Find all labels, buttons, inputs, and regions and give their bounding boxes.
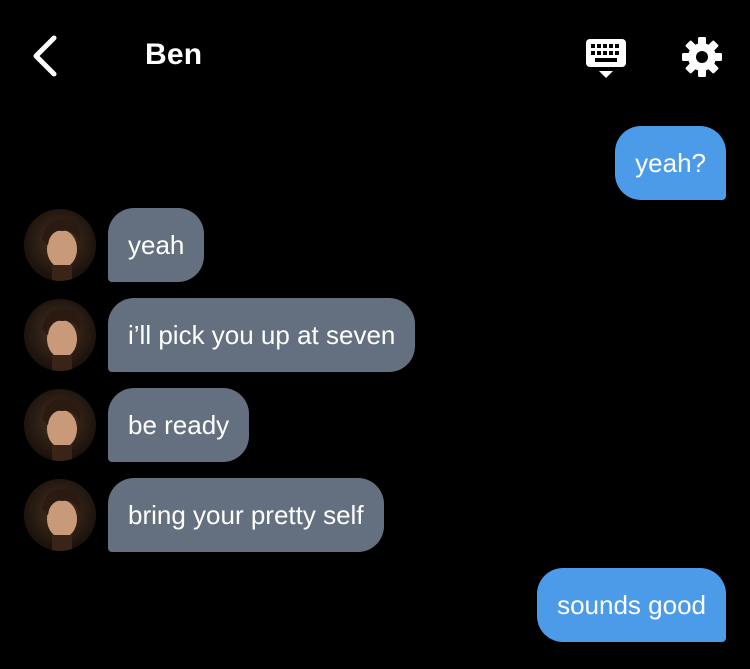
contact-photo	[24, 479, 96, 551]
message-row-incoming: bring your pretty self	[0, 478, 750, 552]
back-button[interactable]	[26, 32, 66, 80]
incoming-message-bubble[interactable]: i’ll pick you up at seven	[108, 298, 416, 372]
avatar[interactable]	[24, 209, 96, 281]
contact-photo	[24, 299, 96, 371]
outgoing-message-bubble[interactable]: yeah?	[615, 126, 726, 200]
chevron-left-icon	[33, 35, 57, 77]
avatar[interactable]	[24, 479, 96, 551]
keyboard-icon	[586, 39, 626, 78]
message-row-incoming: i’ll pick you up at seven	[0, 298, 750, 372]
avatar[interactable]	[24, 389, 96, 461]
message-row-incoming: be ready	[0, 388, 750, 462]
contact-photo	[24, 209, 96, 281]
message-row-outgoing: yeah?	[0, 126, 750, 200]
chat-header: Ben	[0, 0, 750, 110]
conversation-title: Ben	[145, 38, 203, 71]
incoming-message-bubble[interactable]: bring your pretty self	[108, 478, 384, 552]
avatar[interactable]	[24, 299, 96, 371]
message-row-outgoing: sounds good	[0, 568, 750, 642]
message-row-incoming: yeah	[0, 208, 750, 282]
incoming-message-bubble[interactable]: be ready	[108, 388, 250, 462]
contact-photo	[24, 389, 96, 461]
gear-icon	[682, 37, 722, 77]
incoming-message-bubble[interactable]: yeah	[108, 208, 205, 282]
outgoing-message-bubble[interactable]: sounds good	[537, 568, 726, 642]
settings-button[interactable]	[681, 36, 723, 78]
keyboard-button[interactable]	[585, 38, 627, 80]
